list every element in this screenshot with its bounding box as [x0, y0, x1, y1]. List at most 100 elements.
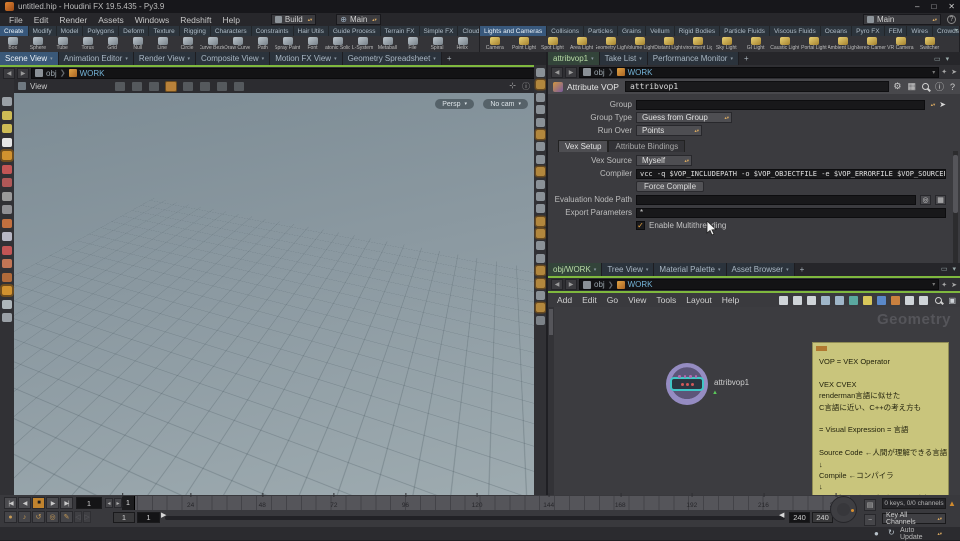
menu-redshift[interactable]: Redshift [175, 15, 216, 25]
update-mode-selector[interactable]: Auto Update ▴▾ [900, 527, 942, 541]
range-start-field[interactable]: 1 [137, 512, 160, 523]
tab-vex-setup[interactable]: Vex Setup [558, 140, 609, 152]
zoom-network-icon[interactable] [905, 295, 915, 305]
eval-node-path-input[interactable] [636, 194, 916, 205]
timeline-ruler[interactable]: 1 124487296120144168192216240 [120, 493, 850, 510]
shelf-tab-simple-fx[interactable]: Simple FX [419, 26, 459, 36]
projection-badge[interactable]: Persp ▾ [435, 99, 474, 109]
playback-speed-dial[interactable] [830, 496, 857, 523]
material-display-icon[interactable] [535, 266, 545, 276]
range-slider-left-handle[interactable]: ▶ [161, 511, 166, 519]
shelf-tab-deform[interactable]: Deform [119, 26, 150, 36]
network-menu-edit[interactable]: Edit [577, 295, 602, 305]
params-scrollbar[interactable] [953, 151, 958, 263]
step-back-button[interactable]: ◂ [105, 498, 113, 508]
sticky-note-collapse-button[interactable] [816, 346, 827, 351]
scale-handle-icon[interactable] [2, 178, 12, 187]
sculpt-tool-icon[interactable] [2, 232, 12, 241]
close-button[interactable]: ✕ [948, 2, 955, 11]
playback-loop-button[interactable]: ↺ [32, 511, 45, 523]
play-button[interactable]: ▶ [46, 497, 59, 509]
chevron-down-icon[interactable]: ▾ [952, 265, 956, 273]
objects-state-icon[interactable] [2, 110, 12, 120]
add-pane-tab-button[interactable]: + [739, 52, 754, 65]
shelf-tool-area-light[interactable]: Area Light [567, 36, 596, 52]
camera-lock-icon[interactable] [535, 315, 545, 325]
stepper-icon[interactable]: ▴▾ [931, 102, 936, 107]
network-menu-add[interactable]: Add [552, 295, 577, 305]
display-flag-icon[interactable]: ▲ [712, 390, 718, 396]
maximize-button[interactable]: □ [931, 2, 936, 11]
pane-tab-material-palette[interactable]: Material Palette ▾ [654, 263, 727, 276]
headlight-icon[interactable] [535, 129, 545, 139]
shelf-tab-particles[interactable]: Particles [584, 26, 618, 36]
particle-display-icon[interactable] [535, 204, 545, 214]
info-icon[interactable]: ⓘ [935, 80, 944, 93]
shelf-tool-l-system[interactable]: L-System [350, 36, 375, 52]
shelf-tab-texture[interactable]: Texture [149, 26, 180, 36]
layout-mode-icon[interactable] [2, 97, 12, 106]
shelf-tool-environment-light[interactable]: Environment Light [683, 36, 712, 52]
notes-display-icon[interactable] [807, 295, 817, 305]
shelf-tool-spiral[interactable]: Spiral [425, 36, 450, 52]
background-image-icon[interactable] [849, 295, 859, 305]
grid-toggle-icon[interactable] [535, 303, 545, 313]
shelf-tool-distant-light[interactable]: Distant Light [654, 36, 683, 52]
warning-icon[interactable]: ▲ [948, 499, 956, 508]
paint-tool-icon[interactable] [2, 218, 12, 228]
shelf-tab-particle-fluids[interactable]: Particle Fluids [720, 26, 770, 36]
shelf-tab-terrain-fx[interactable]: Terrain FX [380, 26, 420, 36]
multiparm-icon[interactable]: ▦ [907, 81, 916, 92]
shelf-tool-line[interactable]: Line [150, 36, 175, 52]
shelf-tool-metaball[interactable]: Metaball [375, 36, 400, 52]
play-reverse-button[interactable]: ◀ [18, 497, 31, 509]
open-tree-icon[interactable]: ▦ [935, 194, 946, 205]
node-shape-icon[interactable] [793, 295, 803, 305]
back-button[interactable]: ◀ [551, 66, 563, 78]
menu-windows[interactable]: Windows [130, 15, 174, 25]
group-list-icon[interactable] [535, 167, 545, 177]
shelf-tab-guide-process[interactable]: Guide Process [328, 26, 381, 36]
snapshot-icon[interactable] [535, 241, 545, 251]
shelf-tab-rigid-bodies[interactable]: Rigid Bodies [674, 26, 721, 36]
export-params-input[interactable]: * [636, 207, 946, 218]
viewport-info-icon[interactable] [535, 291, 545, 301]
help-icon[interactable]: ? [950, 82, 955, 92]
menu-file[interactable]: File [4, 15, 28, 25]
shelf-tool-stereo-camera[interactable]: Stereo Camera [857, 36, 886, 52]
menu-help[interactable]: Help [217, 15, 244, 25]
viewport-help-icon[interactable] [535, 68, 545, 77]
main-menu-selector[interactable]: ⊕ Main ▴▾ [336, 14, 381, 25]
shelf-tab-grains[interactable]: Grains [617, 26, 647, 36]
search-icon[interactable] [921, 83, 929, 90]
shelf-tool-sphere[interactable]: Sphere [25, 36, 50, 52]
area-select-icon[interactable] [234, 81, 245, 91]
sticky-note[interactable]: VOP = VEX Operator VEX CVEX renderman言語に似… [812, 342, 949, 495]
layout-list-icon[interactable] [835, 295, 845, 305]
shelf-tool-geometry-light[interactable]: Geometry Light [596, 36, 625, 52]
jump-to-start-button[interactable]: |◀ [4, 497, 17, 509]
shelf-tool-tube[interactable]: Tube [50, 36, 75, 52]
group-type-dropdown[interactable]: Guess from Group ▴▾ [636, 112, 732, 123]
force-compile-button[interactable]: Force Compile [636, 181, 705, 192]
pane-tab-tree-view[interactable]: Tree View ▾ [602, 263, 655, 276]
network-path-input[interactable]: obj ❯ WORK ▾ [579, 279, 940, 290]
point-numbers-icon[interactable] [535, 191, 545, 201]
drag-mode-icon[interactable] [149, 81, 160, 91]
refresh-icon[interactable]: ↻ [888, 528, 895, 537]
vex-source-dropdown[interactable]: Myself ▴▾ [636, 155, 692, 166]
handles-state-icon[interactable] [2, 124, 12, 133]
shelf-tool-platonic-solids[interactable]: Platonic Solids [325, 36, 350, 52]
front-facing-icon[interactable] [217, 81, 228, 91]
snap-options-icon[interactable] [115, 81, 126, 91]
camera-badge[interactable]: No cam ▾ [483, 99, 528, 109]
shelf-tab-modify[interactable]: Modify [28, 26, 57, 36]
crosshair-icon[interactable]: ⊹ [509, 81, 516, 92]
shelf-tab-collisions[interactable]: Collisions [547, 26, 584, 36]
shelf-tool-point-light[interactable]: Point Light [509, 36, 538, 52]
shelf-tab-vellum[interactable]: Vellum [646, 26, 675, 36]
zoom-icon[interactable] [935, 296, 943, 304]
frame-all-icon[interactable] [919, 295, 929, 305]
shelf-tool-caustic-light[interactable]: Caustic Light [770, 36, 799, 52]
shelf-tab-create[interactable]: Create [0, 26, 29, 36]
